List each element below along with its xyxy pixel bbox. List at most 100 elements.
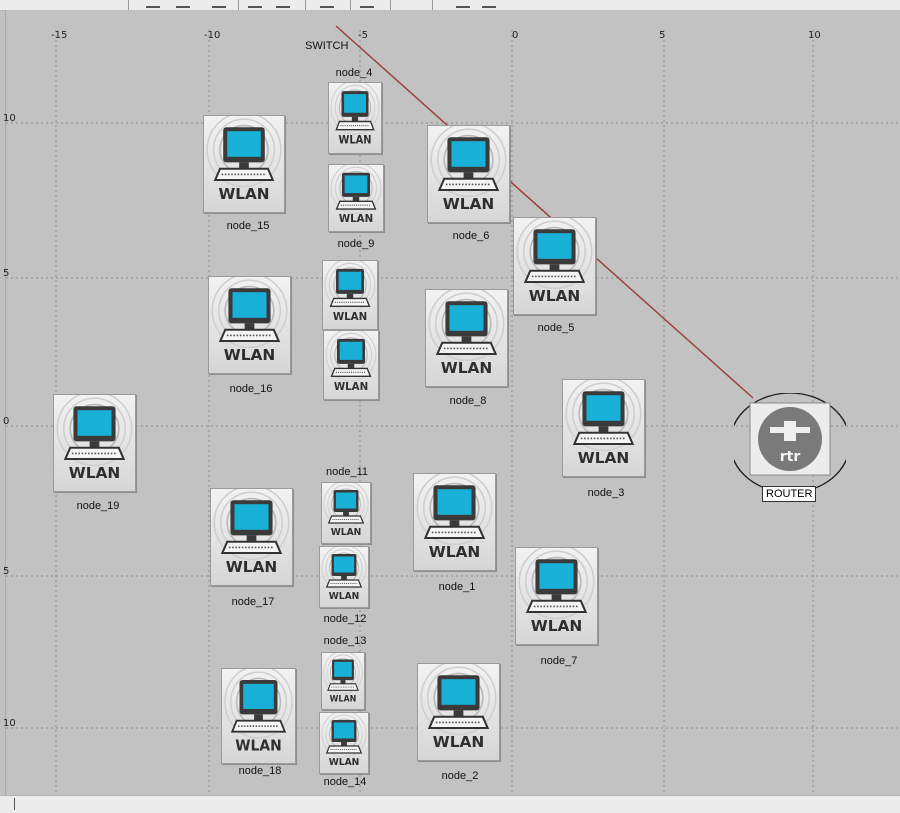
wlan-node-node-3[interactable]: WLAN (562, 379, 645, 477)
wlan-node-node-16[interactable]: WLAN (208, 276, 291, 374)
switch-label: SWITCH (305, 40, 349, 52)
status-bar (0, 795, 900, 813)
wlan-workstation-icon: WLAN (516, 218, 593, 305)
wlan-workstation-icon: WLAN (565, 380, 642, 467)
wlan-workstation-icon: WLAN (323, 653, 363, 704)
toolbar-button[interactable] (208, 0, 232, 10)
wlan-workstation-icon: WLAN (324, 261, 376, 323)
wlan-node-node-7[interactable]: WLAN (515, 547, 598, 645)
wlan-workstation-icon: WLAN (321, 713, 367, 768)
router-icon-text: rtr (780, 449, 801, 465)
y-axis-tick: 0 (3, 416, 10, 427)
link-switch-router[interactable] (335, 25, 754, 399)
svg-text:WLAN: WLAN (329, 591, 360, 602)
wlan-workstation-icon: WLAN (325, 331, 377, 393)
toolbar-button[interactable] (172, 0, 196, 10)
wlan-node-node-12[interactable]: WLAN (319, 546, 369, 608)
y-axis-tick: 10 (3, 718, 16, 729)
toolbar-separator (128, 0, 129, 10)
svg-text:WLAN: WLAN (578, 449, 630, 467)
toolbar-button[interactable] (316, 0, 340, 10)
node-label: node_1 (438, 581, 476, 593)
x-axis-tick: -5 (358, 30, 368, 41)
wlan-workstation-icon: WLAN (211, 277, 288, 364)
wlan-node-node-19[interactable]: WLAN (53, 394, 136, 492)
toolbar-button[interactable] (272, 0, 296, 10)
wlan-node-node-17[interactable]: WLAN (210, 488, 293, 586)
wlan-node-node-14[interactable]: WLAN (319, 712, 369, 774)
toolbar-button[interactable] (478, 0, 502, 10)
toolbar-separator (432, 0, 433, 10)
wlan-node-node-1[interactable]: WLAN (413, 473, 496, 571)
x-axis-tick: 0 (512, 30, 519, 41)
y-axis-tick: 5 (3, 566, 10, 577)
x-axis-tick: -10 (204, 30, 221, 41)
node-label: node_3 (587, 487, 625, 499)
toolbar-button[interactable] (244, 0, 268, 10)
toolbar-separator (350, 0, 351, 10)
x-axis-tick: -15 (51, 30, 68, 41)
wlan-node-unlabeled[interactable]: WLAN (323, 330, 379, 400)
node-label: node_4 (335, 67, 373, 79)
wlan-workstation-icon: WLAN (518, 548, 595, 635)
node-label: node_2 (441, 770, 479, 782)
toolbar-button[interactable] (142, 0, 166, 10)
node-label: node_8 (449, 395, 487, 407)
node-label: node_14 (323, 776, 367, 788)
network-workspace[interactable]: SWITCH -15 -10 -5 0 5 10 10 5 0 5 10 WLAN node_4 WLA… (3, 10, 900, 795)
svg-text:WLAN: WLAN (443, 195, 495, 213)
router-label: ROUTER (762, 486, 817, 502)
wlan-node-node-2[interactable]: WLAN (417, 663, 500, 761)
wlan-workstation-icon: WLAN (428, 290, 505, 377)
node-label: node_11 (325, 466, 369, 478)
node-label: node_5 (537, 322, 575, 334)
svg-text:WLAN: WLAN (433, 733, 485, 751)
svg-text:WLAN: WLAN (441, 359, 493, 377)
toolbar-separator (305, 0, 306, 10)
wlan-workstation-icon: WLAN (330, 165, 382, 225)
wlan-workstation-icon: WLAN (56, 395, 133, 482)
wlan-node-node-9[interactable]: WLAN (328, 164, 384, 232)
node-label: node_17 (231, 596, 275, 608)
toolbar-button[interactable] (356, 0, 380, 10)
wlan-node-node-18[interactable]: WLAN (221, 668, 296, 764)
wlan-workstation-icon: WLAN (321, 547, 367, 602)
svg-text:WLAN: WLAN (329, 757, 360, 768)
router-node[interactable]: rtr (729, 392, 851, 494)
svg-text:WLAN: WLAN (531, 617, 583, 635)
svg-text:WLAN: WLAN (330, 693, 357, 704)
svg-text:WLAN: WLAN (334, 381, 368, 393)
node-label: node_9 (337, 238, 375, 250)
node-label: node_13 (323, 635, 367, 647)
wlan-node-node-5[interactable]: WLAN (513, 217, 596, 315)
wlan-node-node-6[interactable]: WLAN (427, 125, 510, 223)
wlan-node-node-13[interactable]: WLAN (321, 652, 365, 710)
toolbar-separator (238, 0, 239, 10)
status-handle (14, 798, 15, 810)
svg-text:WLAN: WLAN (224, 346, 276, 364)
node-label: node_19 (76, 500, 120, 512)
toolbar-separator (390, 0, 391, 10)
wlan-node-node-15[interactable]: WLAN (203, 115, 285, 213)
wlan-workstation-icon: WLAN (206, 116, 282, 203)
svg-text:WLAN: WLAN (235, 738, 281, 755)
y-axis-tick: 10 (3, 113, 16, 124)
node-label: node_6 (452, 230, 490, 242)
svg-text:WLAN: WLAN (333, 311, 367, 323)
wlan-workstation-icon: WLAN (420, 664, 497, 751)
svg-text:WLAN: WLAN (339, 213, 373, 225)
node-label: node_12 (323, 613, 367, 625)
node-label: node_7 (540, 655, 578, 667)
toolbar-button[interactable] (452, 0, 476, 10)
wlan-node-node-8[interactable]: WLAN (425, 289, 508, 387)
y-axis-tick: 5 (3, 268, 10, 279)
svg-text:WLAN: WLAN (429, 543, 481, 561)
wlan-node-node-10[interactable]: WLAN (322, 260, 378, 330)
svg-text:WLAN: WLAN (226, 558, 278, 576)
wlan-workstation-icon: WLAN (330, 83, 380, 147)
node-label: node_15 (226, 220, 270, 232)
wlan-node-node-4[interactable]: WLAN (328, 82, 382, 154)
node-label: node_18 (238, 765, 282, 777)
svg-text:WLAN: WLAN (529, 287, 581, 305)
wlan-node-node-11[interactable]: WLAN (321, 482, 371, 544)
